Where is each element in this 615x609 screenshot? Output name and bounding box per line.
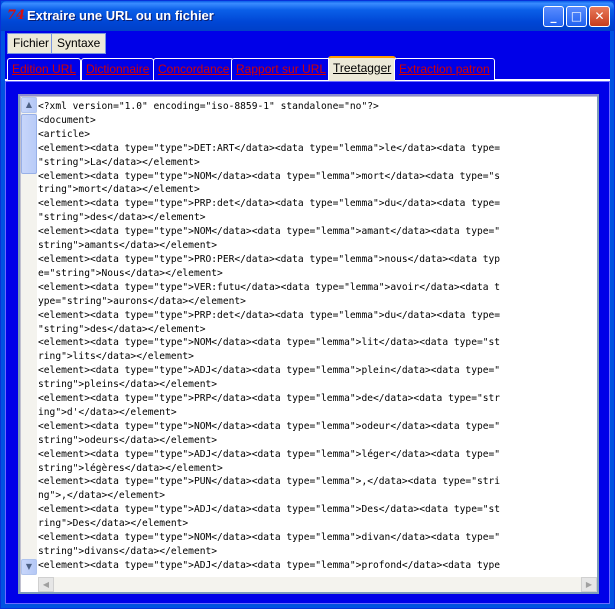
editor-line: string">amants</data></element>: [38, 240, 218, 252]
editor-line: <element><data type="type">NOM</data><da…: [38, 420, 501, 432]
editor-line: string">divans</data></element>: [38, 546, 218, 557]
tab-dictionnaire[interactable]: Dictionnaire: [81, 58, 155, 80]
editor-line: <element><data type="type">NOM</data><da…: [38, 226, 501, 238]
editor-line: <element><data type="type">NOM</data><da…: [38, 337, 501, 349]
chevron-right-icon: ▶: [585, 580, 593, 589]
chevron-down-icon: ▼: [25, 562, 33, 571]
editor-line: ring">lits</data></element>: [38, 351, 194, 363]
editor-line: <element><data type="type">NOM</data><da…: [38, 532, 501, 544]
menu-bar: Fichier Syntaxe: [5, 31, 610, 55]
editor-line: <element><data type="type">PRP:det</data…: [38, 309, 501, 321]
editor-line: tring">mort</data></element>: [38, 184, 200, 196]
chevron-left-icon: ◀: [42, 580, 50, 589]
xml-output-editor[interactable]: ▲ ▼ <?xml version="1.0" encoding="iso-88…: [18, 94, 599, 594]
maximize-button[interactable]: □: [566, 6, 587, 27]
editor-line: <?xml version="1.0" encoding="iso-8859-1…: [38, 101, 379, 112]
main-window: 74 Extraire une URL ou un fichier _ □ ✕ …: [0, 0, 615, 609]
tab-treetagger[interactable]: Treetagger: [328, 56, 397, 81]
editor-line: ng">,</data></element>: [38, 490, 166, 502]
minimize-button[interactable]: _: [543, 6, 564, 27]
editor-line: e="string">Nous</data></element>: [38, 267, 223, 279]
tab-rapport-sur-url[interactable]: Rapport sur URL: [231, 58, 332, 80]
editor-line: string">légères</data></element>: [38, 462, 223, 474]
editor-line: <element><data type="type">ADJ</data><da…: [38, 559, 501, 571]
scroll-thumb[interactable]: [21, 114, 37, 174]
editor-line: <element><data type="type">PUN</data><da…: [38, 476, 501, 488]
editor-line: <element><data type="type">PRP</data><da…: [38, 393, 501, 405]
editor-line: string">odeurs</data></element>: [38, 434, 218, 446]
editor-line: <element><data type="type">VER:futu</dat…: [38, 281, 501, 293]
minimize-icon: _: [550, 9, 557, 23]
tab-panel: ▲ ▼ <?xml version="1.0" encoding="iso-88…: [5, 81, 610, 604]
maximize-icon: □: [570, 9, 583, 23]
menu-fichier[interactable]: Fichier: [7, 33, 56, 54]
title-bar[interactable]: 74 Extraire une URL ou un fichier _ □ ✕: [1, 1, 614, 31]
editor-text-area[interactable]: <?xml version="1.0" encoding="iso-8859-1…: [38, 100, 599, 577]
scroll-left-button[interactable]: ◀: [38, 577, 54, 592]
editor-line: <document>: [38, 114, 96, 126]
tab-bar: Edition URL Dictionnaire Concordance Rap…: [5, 55, 610, 81]
editor-line: <article>: [38, 128, 90, 140]
vertical-scrollbar[interactable]: ▲ ▼: [21, 97, 37, 575]
editor-line: <element><data type="type">PRP:det</data…: [38, 198, 501, 210]
editor-line: ing">d'</data></element>: [38, 406, 177, 418]
editor-line: ype="string">aurons</data></element>: [38, 295, 246, 307]
close-button[interactable]: ✕: [589, 6, 610, 27]
scroll-up-button[interactable]: ▲: [21, 97, 37, 113]
editor-line: <element><data type="type">ADJ</data><da…: [38, 504, 501, 516]
editor-line: <element><data type="type">DET:ART</data…: [38, 142, 501, 154]
app-icon[interactable]: 74: [7, 8, 25, 24]
scroll-right-button[interactable]: ▶: [581, 577, 597, 592]
editor-line: "string">des</data></element>: [38, 212, 206, 224]
editor-line: <element><data type="type">ADJ</data><da…: [38, 365, 501, 377]
close-icon: ✕: [594, 9, 605, 23]
window-title: Extraire une URL ou un fichier: [27, 8, 214, 23]
editor-line: <element><data type="type">ADJ</data><da…: [38, 448, 501, 460]
editor-line: <element><data type="type">PRO:PER</data…: [38, 253, 501, 265]
chevron-up-icon: ▲: [25, 100, 33, 109]
tab-concordance[interactable]: Concordance: [153, 58, 235, 80]
menu-syntaxe[interactable]: Syntaxe: [51, 33, 107, 54]
scroll-down-button[interactable]: ▼: [21, 559, 37, 575]
editor-line: <element><data type="type">NOM</data><da…: [38, 170, 501, 182]
tab-extraction-patron[interactable]: Extraction patron: [394, 58, 495, 80]
editor-line: "string">La</data></element>: [38, 156, 200, 168]
tab-edition-url[interactable]: Edition URL: [7, 58, 82, 80]
editor-line: "string">des</data></element>: [38, 323, 206, 335]
editor-line: ring">Des</data></element>: [38, 518, 189, 530]
editor-line: string">pleins</data></element>: [38, 379, 218, 391]
horizontal-scrollbar[interactable]: ◀ ▶: [38, 577, 597, 592]
